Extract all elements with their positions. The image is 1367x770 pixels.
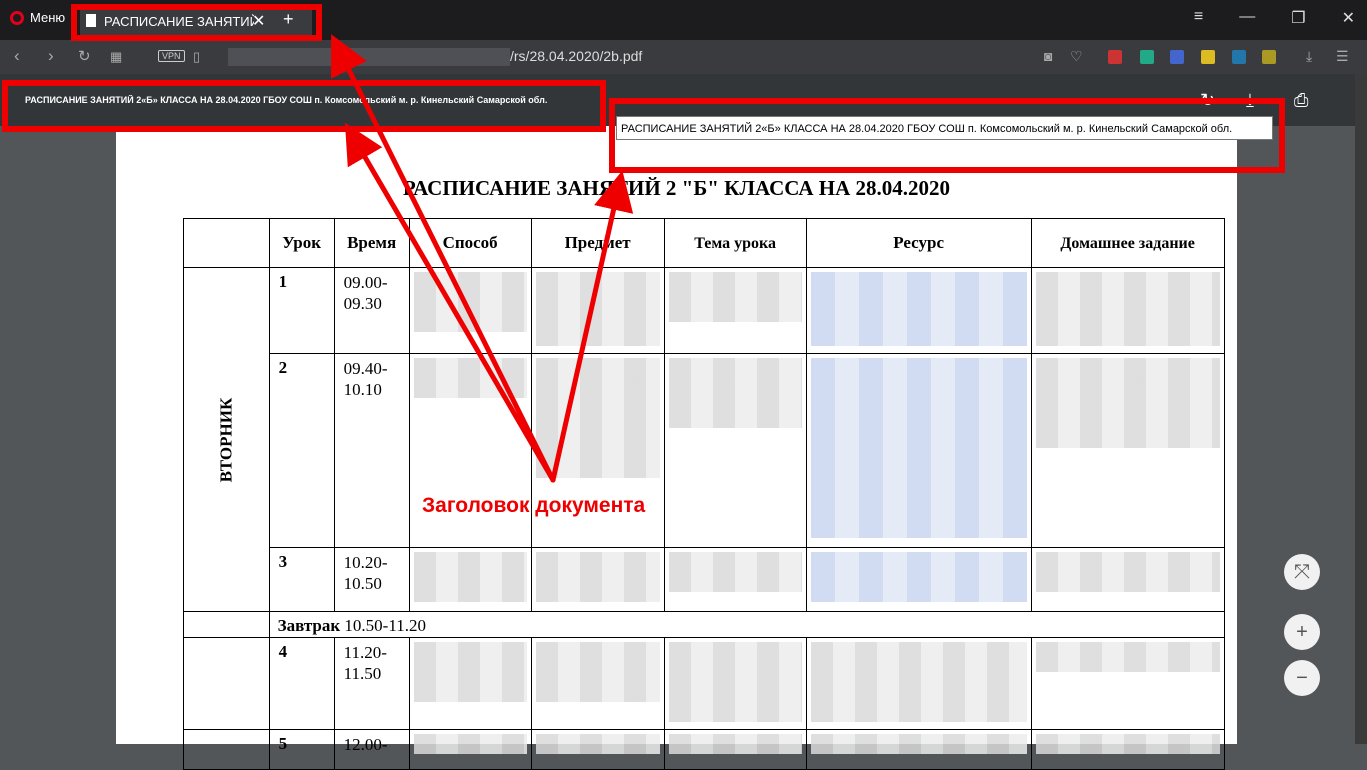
arrow-to-tab [331, 34, 556, 483]
annotation-arrows [331, 34, 634, 483]
arrow-to-tooltip [550, 170, 634, 483]
arrow-to-toolbar-title [344, 122, 556, 483]
annotation-label: Заголовок документа [422, 494, 646, 517]
